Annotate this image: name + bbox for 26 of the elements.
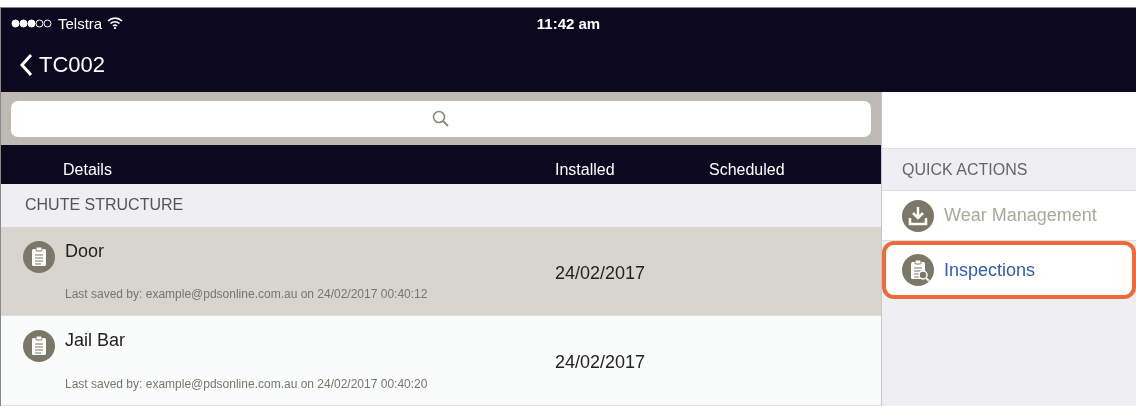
- quick-action[interactable]: Inspections: [882, 241, 1136, 299]
- clipboard-search-icon: [902, 254, 934, 286]
- carrier-name: Telstra: [58, 14, 103, 32]
- section-header: QUICK ACTIONS: [902, 160, 1028, 179]
- column-header: Installed: [555, 160, 616, 179]
- chevron-left-icon: [19, 53, 33, 77]
- column-header: Scheduled: [709, 160, 786, 179]
- installed-date: 24/02/2017: [555, 352, 646, 374]
- item-name: Door: [65, 240, 105, 262]
- signal-icon: [11, 18, 53, 28]
- clipboard-icon: [23, 330, 55, 363]
- list-row[interactable]: Door Last saved by: example@pdsonline.com.au on 24/02/2017 00:40:12 24/02/2017: [1, 226, 881, 317]
- search-icon: [432, 109, 450, 128]
- wifi-icon: [107, 17, 124, 29]
- back-button[interactable]: TC002: [19, 52, 106, 78]
- last-saved-text: Last saved by: example@pdsonline.com.au on 24/02/2017 00:40:20: [65, 377, 428, 391]
- status-time: 11:42 am: [536, 14, 601, 32]
- search-field[interactable]: [11, 100, 871, 137]
- clipboard-icon: [23, 240, 55, 273]
- installed-date: 24/02/2017: [555, 262, 646, 284]
- list-row[interactable]: Jail Bar Last saved by: example@pdsonline.com.au on 24/02/2017 00:40:20 24/02/2017: [1, 316, 881, 406]
- item-name: Jail Bar: [65, 330, 127, 352]
- last-saved-text: Last saved by: example@pdsonline.com.au on 24/02/2017 00:40:12: [65, 287, 428, 302]
- section-header: CHUTE STRUCTURE: [25, 196, 184, 215]
- download-icon: [902, 199, 934, 232]
- column-header: Details: [62, 160, 113, 179]
